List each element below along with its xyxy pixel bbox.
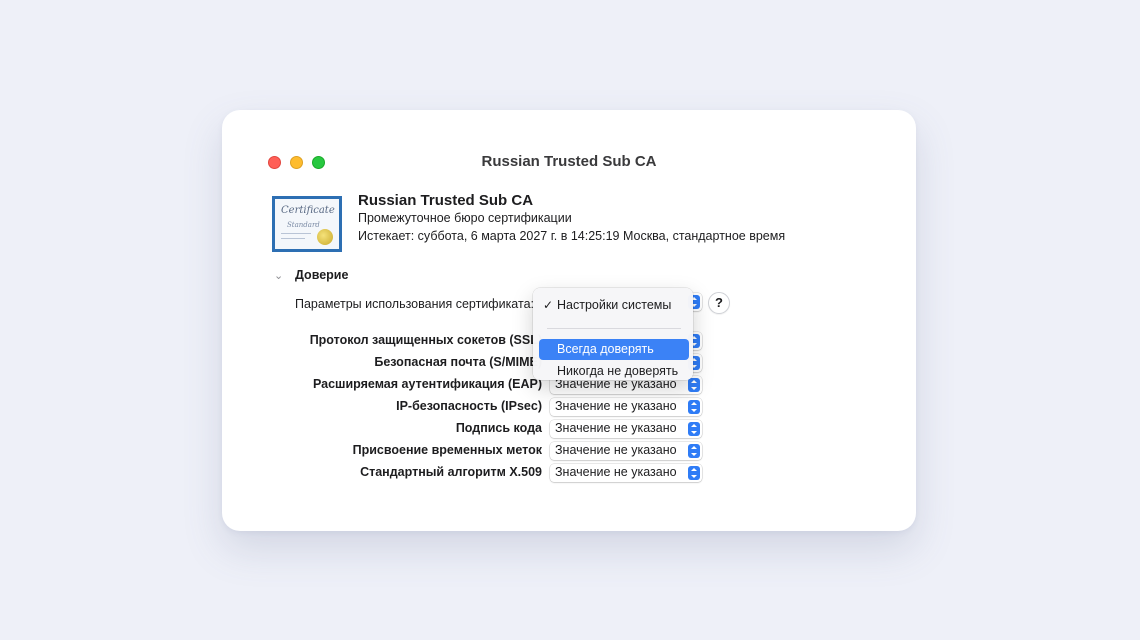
window-title: Russian Trusted Sub CA bbox=[481, 153, 657, 170]
menu-item-always-trust[interactable]: Всегда доверять bbox=[539, 339, 689, 360]
certificate-window: Russian Trusted Sub CA Certificate Stand… bbox=[222, 110, 916, 531]
trust-popup-code-signing[interactable]: Значение не указано bbox=[550, 420, 702, 438]
stepper-icon bbox=[688, 422, 700, 436]
trust-popup-ipsec[interactable]: Значение не указано bbox=[550, 398, 702, 416]
chevron-down-icon[interactable]: ⌄ bbox=[274, 269, 283, 282]
certificate-icon-word: Certificate bbox=[281, 205, 335, 216]
trust-popup-value: Значение не указано bbox=[555, 399, 677, 413]
trust-row-label-ipsec: IP-безопасность (IPsec) bbox=[396, 399, 542, 413]
trust-popup-value: Значение не указано bbox=[555, 421, 677, 435]
menu-item-label: Всегда доверять bbox=[557, 342, 654, 356]
certificate-name: Russian Trusted Sub CA bbox=[358, 192, 534, 209]
menu-item-never-trust[interactable]: Никогда не доверять bbox=[539, 361, 689, 382]
trust-popup-value: Значение не указано bbox=[555, 465, 677, 479]
menu-item-system-settings[interactable]: ✓ Настройки системы bbox=[539, 295, 689, 316]
certificate-icon: Certificate Standard bbox=[272, 196, 342, 252]
stepper-icon bbox=[688, 444, 700, 458]
certificate-icon-line bbox=[281, 233, 311, 234]
certificate-kind: Промежуточное бюро сертификации bbox=[358, 211, 572, 225]
checkmark-icon: ✓ bbox=[543, 298, 554, 312]
trust-popup-x509[interactable]: Значение не указано bbox=[550, 464, 702, 482]
certificate-expiry: Истекает: суббота, 6 марта 2027 г. в 14:… bbox=[358, 229, 786, 243]
trust-popup-value: Значение не указано bbox=[555, 443, 677, 457]
stepper-icon bbox=[688, 378, 700, 392]
certificate-icon-line bbox=[281, 238, 305, 239]
menu-item-label: Никогда не доверять bbox=[557, 364, 679, 378]
usage-settings-label: Параметры использования сертификата: bbox=[295, 297, 534, 311]
stepper-icon bbox=[688, 400, 700, 414]
trust-row-label-timestamping: Присвоение временных меток bbox=[352, 443, 542, 457]
stepper-icon bbox=[688, 466, 700, 480]
help-button[interactable]: ? bbox=[708, 292, 730, 314]
menu-separator bbox=[547, 328, 681, 329]
certificate-seal-icon bbox=[317, 229, 333, 245]
trust-row-label-smime: Безопасная почта (S/MIME) bbox=[374, 355, 542, 369]
trust-section-title[interactable]: Доверие bbox=[295, 268, 348, 282]
trust-row-label-eap: Расширяемая аутентификация (EAP) bbox=[312, 377, 542, 391]
trust-row-label-code-signing: Подпись кода bbox=[455, 421, 542, 435]
trust-row-label-ssl: Протокол защищенных сокетов (SSL) bbox=[309, 333, 542, 347]
usage-settings-menu: ✓ Настройки системы Всегда доверять Нико… bbox=[533, 288, 693, 380]
trust-popup-timestamping[interactable]: Значение не указано bbox=[550, 442, 702, 460]
menu-item-label: Настройки системы bbox=[557, 298, 672, 312]
certificate-icon-subword: Standard bbox=[287, 221, 320, 229]
trust-row-label-x509: Стандартный алгоритм X.509 bbox=[360, 465, 542, 479]
